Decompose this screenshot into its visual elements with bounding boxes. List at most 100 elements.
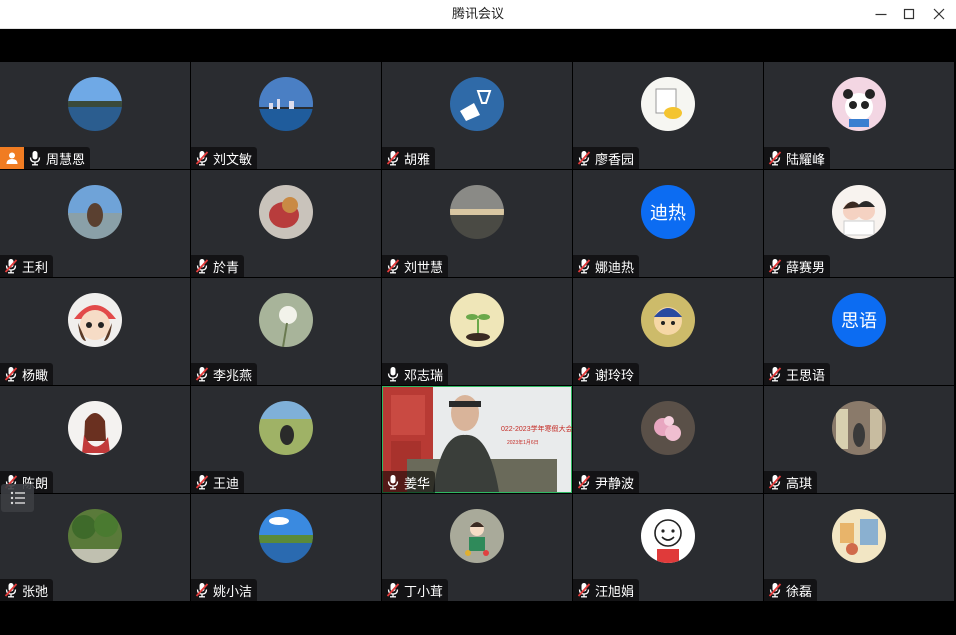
- participant-tile[interactable]: 杨瞰: [0, 278, 190, 385]
- microphone-muted-icon: [195, 583, 209, 598]
- name-tag: 於青: [191, 255, 245, 277]
- member-list-button[interactable]: [1, 484, 34, 512]
- name-tag: 姚小洁: [191, 579, 258, 601]
- name-tag: 胡雅: [382, 147, 436, 169]
- avatar-image: [68, 293, 122, 347]
- microphone-muted-icon: [768, 582, 782, 598]
- participant-tile[interactable]: 022-2023学年寒假大会 2023年1月6日 姜华: [382, 386, 572, 493]
- microphone-muted-icon: [577, 150, 591, 166]
- name-tag: 杨瞰: [0, 363, 54, 385]
- participant-tile[interactable]: 陈朗: [0, 386, 190, 493]
- avatar-image: [832, 401, 886, 455]
- microphone-muted-icon: [386, 259, 400, 274]
- name-tag: 丁小茸: [382, 579, 449, 601]
- participant-tile[interactable]: 丁小茸: [382, 494, 572, 601]
- microphone-muted-icon: [577, 367, 591, 382]
- participant-tile[interactable]: 於青: [191, 170, 381, 277]
- participant-name: 杨瞰: [22, 367, 49, 383]
- participant-grid: 周慧恩 刘文敏 胡雅 廖香园 陆耀峰王利 於青 刘世慧 迪热 娜迪热薛赛男杨瞰 李兆燕 邓志瑞 谢玲玲…: [0, 62, 954, 603]
- avatar-image: [641, 509, 695, 563]
- maximize-icon: [903, 8, 915, 20]
- name-tag: 姜华: [382, 471, 436, 493]
- microphone-muted-icon: [768, 583, 782, 598]
- microphone-muted-icon: [195, 150, 209, 166]
- participant-name: 刘世慧: [404, 259, 444, 275]
- avatar-image: [450, 509, 504, 563]
- microphone-muted-icon: [195, 582, 209, 598]
- participant-tile[interactable]: 刘文敏: [191, 62, 381, 169]
- microphone-muted-icon: [195, 258, 209, 274]
- microphone-muted-icon: [195, 151, 209, 166]
- microphone-muted-icon: [577, 475, 591, 490]
- participant-tile[interactable]: 王利: [0, 170, 190, 277]
- participant-name: 李兆燕: [213, 367, 253, 383]
- avatar: [641, 509, 695, 563]
- avatar: [259, 185, 313, 239]
- name-tag: 张弛: [0, 579, 54, 601]
- participant-name: 姜华: [404, 475, 431, 491]
- avatar: [450, 509, 504, 563]
- participant-name: 廖香园: [595, 151, 635, 167]
- avatar-image: [68, 185, 122, 239]
- avatar: [832, 185, 886, 239]
- name-tag: 薛赛男: [764, 255, 831, 277]
- participant-name: 薛赛男: [786, 259, 826, 275]
- window-title: 腾讯会议: [451, 6, 504, 21]
- microphone-muted-icon: [768, 474, 782, 490]
- participant-name: 徐磊: [786, 583, 813, 599]
- microphone-muted-icon: [195, 367, 209, 382]
- name-tag: 徐磊: [764, 579, 818, 601]
- avatar: [832, 401, 886, 455]
- name-tag: 李兆燕: [191, 363, 258, 385]
- participant-name: 邓志瑞: [404, 367, 444, 383]
- participant-tile[interactable]: 王迪: [191, 386, 381, 493]
- participant-tile[interactable]: 廖香园: [573, 62, 763, 169]
- microphone-muted-icon: [768, 150, 782, 166]
- participant-tile[interactable]: 邓志瑞: [382, 278, 572, 385]
- participant-tile[interactable]: 迪热 娜迪热: [573, 170, 763, 277]
- participant-tile[interactable]: 薛赛男: [764, 170, 954, 277]
- microphone-icon: [386, 474, 400, 490]
- participant-tile[interactable]: 周慧恩: [0, 62, 190, 169]
- participant-tile[interactable]: 胡雅: [382, 62, 572, 169]
- video-banner-date: 2023年1月6日: [507, 440, 539, 446]
- avatar: [68, 401, 122, 455]
- participant-tile[interactable]: 陆耀峰: [764, 62, 954, 169]
- name-tag: 高琪: [764, 471, 818, 493]
- microphone-muted-icon: [195, 366, 209, 382]
- avatar-image: [259, 293, 313, 347]
- avatar: [641, 401, 695, 455]
- participant-tile[interactable]: 尹静波: [573, 386, 763, 493]
- microphone-muted-icon: [577, 259, 591, 274]
- avatar-image: [832, 185, 886, 239]
- participant-tile[interactable]: 思语王思语: [764, 278, 954, 385]
- microphone-muted-icon: [4, 259, 18, 274]
- participant-tile[interactable]: 徐磊: [764, 494, 954, 601]
- close-button[interactable]: [924, 0, 954, 28]
- participant-name: 刘文敏: [213, 151, 253, 167]
- participant-tile[interactable]: 姚小洁: [191, 494, 381, 601]
- participant-name: 王思语: [786, 367, 826, 383]
- microphone-icon: [28, 150, 42, 166]
- name-tag: 王利: [0, 255, 54, 277]
- participant-tile[interactable]: 李兆燕: [191, 278, 381, 385]
- microphone-muted-icon: [577, 474, 591, 490]
- name-tag: 王迪: [191, 471, 245, 493]
- minimize-button[interactable]: [866, 0, 896, 28]
- avatar: [68, 293, 122, 347]
- avatar: [832, 509, 886, 563]
- name-tag: 娜迪热: [573, 255, 640, 277]
- participant-tile[interactable]: 刘世慧: [382, 170, 572, 277]
- name-tag: 陆耀峰: [764, 147, 831, 169]
- avatar: 思语: [832, 293, 886, 347]
- maximize-button[interactable]: [894, 0, 924, 28]
- name-tag: 周慧恩: [0, 147, 91, 169]
- participant-tile[interactable]: 高琪: [764, 386, 954, 493]
- microphone-muted-icon: [195, 259, 209, 274]
- avatar-image: [450, 185, 504, 239]
- participant-tile[interactable]: 谢玲玲: [573, 278, 763, 385]
- avatar: [259, 509, 313, 563]
- top-black-band: [0, 29, 956, 62]
- microphone-muted-icon: [768, 259, 782, 274]
- participant-tile[interactable]: 汪旭娟: [573, 494, 763, 601]
